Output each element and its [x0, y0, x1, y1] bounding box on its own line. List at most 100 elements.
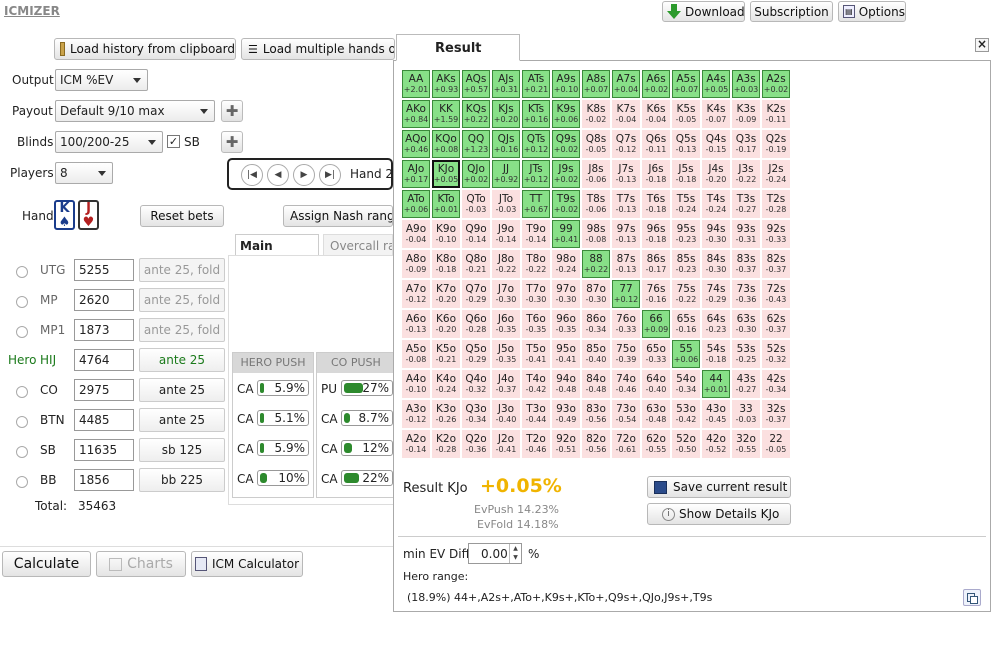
hero-radio[interactable]	[16, 416, 28, 428]
hand-cell[interactable]: 83s -0.37	[732, 250, 760, 278]
hand-cell[interactable]: 54o -0.34	[672, 370, 700, 398]
hand-cell[interactable]: T4s -0.24	[702, 190, 730, 218]
hand-cell[interactable]: A9s +0.10	[552, 70, 580, 98]
hand-cell[interactable]: J3s -0.22	[732, 160, 760, 188]
hand-cell[interactable]: 96o -0.35	[552, 310, 580, 338]
hand-cell[interactable]: T5o -0.41	[522, 340, 550, 368]
action-button[interactable]: ante 25, fold	[139, 258, 225, 282]
players-select[interactable]: 8	[55, 162, 113, 184]
hand-cell[interactable]: 44 +0.01	[702, 370, 730, 398]
hand-cell[interactable]: J5o -0.35	[492, 340, 520, 368]
hand-cell[interactable]: JJ +0.92	[492, 160, 520, 188]
hand-cell[interactable]: A3s +0.03	[732, 70, 760, 98]
action-button[interactable]: ante 25	[139, 378, 225, 402]
hand-cell[interactable]: 52o -0.50	[672, 430, 700, 458]
hand-cell[interactable]: 64o -0.40	[642, 370, 670, 398]
hand-cell[interactable]: 86s -0.17	[642, 250, 670, 278]
output-select[interactable]: ICM %EV	[55, 69, 148, 91]
hand-cell[interactable]: AJs +0.31	[492, 70, 520, 98]
hand-cell[interactable]: 72s -0.43	[762, 280, 790, 308]
hand-cell[interactable]: 96s -0.18	[642, 220, 670, 248]
hand-cell[interactable]: 77 +0.12	[612, 280, 640, 308]
payout-select[interactable]: Default 9/10 max	[55, 100, 215, 122]
hand-cell[interactable]: 88 +0.22	[582, 250, 610, 278]
hand-cell[interactable]: 42s -0.34	[762, 370, 790, 398]
hand-cell[interactable]: Q5o -0.29	[462, 340, 490, 368]
hand-cell[interactable]: K2o -0.28	[432, 430, 460, 458]
action-button[interactable]: sb 125	[139, 438, 225, 462]
hand-cell[interactable]: A4s +0.05	[702, 70, 730, 98]
hand-cell[interactable]: A3o -0.12	[402, 400, 430, 428]
hand-cell[interactable]: 65s -0.16	[672, 310, 700, 338]
hand-cell[interactable]: 74o -0.46	[612, 370, 640, 398]
hand-cell[interactable]: Q5s -0.13	[672, 130, 700, 158]
hero-card-2[interactable]: J ♥	[78, 200, 99, 230]
hand-cell[interactable]: 86o -0.34	[582, 310, 610, 338]
sb-checkbox[interactable]: ✓	[167, 135, 180, 148]
hand-cell[interactable]: Q7o -0.29	[462, 280, 490, 308]
co-push-row[interactable]: PU 27%	[317, 373, 393, 403]
hand-cell[interactable]: ATo +0.06	[402, 190, 430, 218]
hand-cell[interactable]: 82o -0.56	[582, 430, 610, 458]
hand-cell[interactable]: T3s -0.27	[732, 190, 760, 218]
hand-cell[interactable]: 93s -0.31	[732, 220, 760, 248]
hand-cell[interactable]: J2o -0.41	[492, 430, 520, 458]
stack-input[interactable]: 1856	[74, 469, 134, 491]
hand-cell[interactable]: 98o -0.24	[552, 250, 580, 278]
co-push-row[interactable]: CA 22%	[317, 463, 393, 493]
hand-cell[interactable]: Q2o -0.36	[462, 430, 490, 458]
hand-cell[interactable]: K5s -0.05	[672, 100, 700, 128]
hand-cell[interactable]: J4s -0.20	[702, 160, 730, 188]
hand-cell[interactable]: 94o -0.48	[552, 370, 580, 398]
hand-cell[interactable]: K2s -0.11	[762, 100, 790, 128]
hand-cell[interactable]: 73o -0.54	[612, 400, 640, 428]
hand-cell[interactable]: TT +0.67	[522, 190, 550, 218]
stack-input[interactable]: 5255	[74, 259, 134, 281]
last-hand-button[interactable]: ▶|	[319, 164, 341, 186]
hand-cell[interactable]: 53o -0.42	[672, 400, 700, 428]
download-button[interactable]: Download	[662, 1, 745, 22]
hand-cell[interactable]: 87o -0.30	[582, 280, 610, 308]
hand-cell[interactable]: Q3s -0.17	[732, 130, 760, 158]
icm-calculator-button[interactable]: ICM Calculator	[191, 551, 303, 577]
hero-push-row[interactable]: CA 5.1%	[233, 403, 313, 433]
action-button[interactable]: ante 25	[139, 408, 225, 432]
hero-radio[interactable]	[16, 296, 28, 308]
hand-cell[interactable]: T2s -0.28	[762, 190, 790, 218]
hero-radio[interactable]	[16, 326, 28, 338]
hand-cell[interactable]: T3o -0.44	[522, 400, 550, 428]
hero-range-text[interactable]: (18.9%) 44+,A2s+,ATo+,K9s+,KTo+,Q9s+,QJo…	[407, 591, 712, 604]
options-button[interactable]: ▤ Options	[838, 1, 906, 22]
hand-cell[interactable]: A2s +0.02	[762, 70, 790, 98]
save-result-button[interactable]: Save current result	[647, 476, 791, 498]
hand-cell[interactable]: 97o -0.30	[552, 280, 580, 308]
charts-button[interactable]: Charts	[96, 551, 186, 577]
tab-main-ranges[interactable]: Main ranges	[235, 234, 319, 267]
result-tab[interactable]: Result	[396, 34, 520, 61]
hand-cell[interactable]: A7s +0.04	[612, 70, 640, 98]
app-logo[interactable]: ICMIZER	[4, 4, 60, 18]
hand-cell[interactable]: 32o -0.55	[732, 430, 760, 458]
stack-input[interactable]: 11635	[74, 439, 134, 461]
hand-cell[interactable]: 64s -0.23	[702, 310, 730, 338]
hand-cell[interactable]: Q7s -0.12	[612, 130, 640, 158]
hand-cell[interactable]: 43s -0.27	[732, 370, 760, 398]
hand-cell[interactable]: J8o -0.22	[492, 250, 520, 278]
hand-cell[interactable]: 43o -0.45	[702, 400, 730, 428]
hand-cell[interactable]: K9s +0.06	[552, 100, 580, 128]
hand-cell[interactable]: J4o -0.37	[492, 370, 520, 398]
min-ev-input[interactable]: 0.00 ▲ ▼	[468, 543, 522, 564]
hand-cell[interactable]: 92s -0.33	[762, 220, 790, 248]
hand-cell[interactable]: AJo +0.17	[402, 160, 430, 188]
hand-cell[interactable]: 98s -0.08	[582, 220, 610, 248]
hand-cell[interactable]: KJs +0.20	[492, 100, 520, 128]
hand-cell[interactable]: 92o -0.51	[552, 430, 580, 458]
hand-cell[interactable]: 33 -0.03	[732, 400, 760, 428]
hand-cell[interactable]: JTo -0.03	[492, 190, 520, 218]
hand-cell[interactable]: Q8s -0.05	[582, 130, 610, 158]
hand-cell[interactable]: A7o -0.12	[402, 280, 430, 308]
show-details-button[interactable]: i Show Details KJo	[647, 503, 791, 525]
hand-cell[interactable]: QQ +1.23	[462, 130, 490, 158]
hand-cell[interactable]: J7s -0.13	[612, 160, 640, 188]
hand-cell[interactable]: JTs +0.12	[522, 160, 550, 188]
